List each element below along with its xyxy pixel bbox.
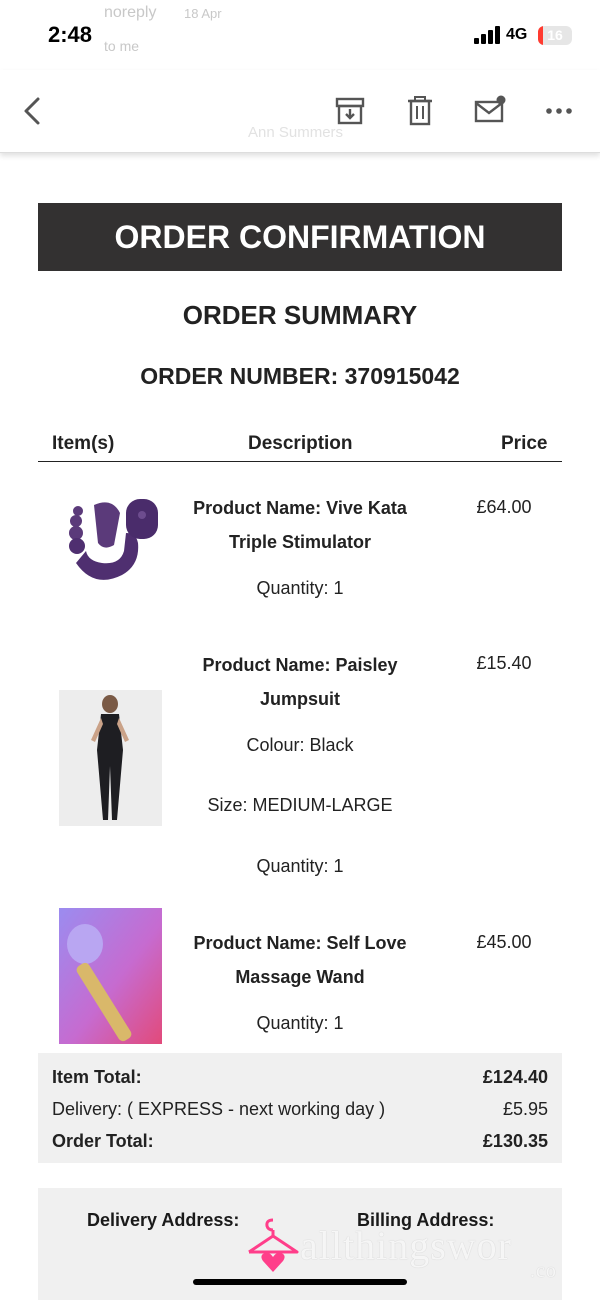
battery-level: 16	[547, 27, 563, 43]
order-total-label: Order Total:	[52, 1131, 154, 1151]
battery-icon: 16	[538, 26, 572, 45]
email-toolbar: Ann Summers	[0, 70, 600, 153]
product-image-vibrator[interactable]	[64, 493, 160, 585]
product-1-description: Product Name: Vive Kata Triple Stimulato…	[172, 491, 428, 605]
description-header: Description	[248, 433, 353, 454]
product-2-quantity: Quantity: 1	[256, 856, 344, 876]
product-1-name-line2: Triple Stimulator	[228, 532, 372, 552]
status-bar: noreply 18 Apr to me 2:48 4G 16	[0, 0, 600, 70]
network-type: 4G	[506, 26, 528, 43]
more-options-icon[interactable]	[542, 94, 576, 128]
product-2-name-line2: Jumpsuit	[259, 689, 340, 709]
watermark-text: allthingswor .co	[300, 1223, 557, 1282]
delivery-label: Delivery: ( EXPRESS - next working day )	[52, 1099, 386, 1119]
trash-icon[interactable]	[403, 94, 437, 128]
product-1-price: £64.00	[476, 497, 532, 517]
mark-unread-icon[interactable]	[473, 94, 507, 128]
product-2-name-line1: Product Name: Paisley	[202, 655, 398, 675]
order-summary-title: ORDER SUMMARY	[182, 300, 418, 330]
home-indicator[interactable]	[193, 1279, 407, 1285]
ghost-sender: noreply	[104, 4, 157, 21]
items-header: Item(s)	[52, 433, 115, 454]
ghost-to: to me	[104, 38, 140, 54]
clock: 2:48	[48, 22, 93, 47]
item-total-label: Item Total:	[52, 1067, 142, 1087]
totals-panel: Item Total: £124.40 Delivery: ( EXPRESS …	[38, 1053, 562, 1163]
ghost-brand: Ann Summers	[248, 124, 344, 141]
order-total-value: £130.35	[482, 1131, 548, 1151]
product-3-name-line1: Product Name: Self Love	[193, 933, 407, 953]
product-2-size: Size: MEDIUM-LARGE	[207, 795, 393, 815]
product-2-colour: Colour: Black	[246, 735, 354, 755]
product-3-description: Product Name: Self Love Massage Wand Qua…	[172, 926, 428, 1040]
delivery-value: £5.95	[502, 1099, 548, 1119]
hanger-heart-logo-icon	[248, 1218, 299, 1272]
product-1-quantity: Quantity: 1	[256, 578, 344, 598]
product-3-price: £45.00	[476, 932, 532, 952]
item-total-value: £124.40	[482, 1067, 548, 1087]
watermark-suffix: .co	[530, 1260, 557, 1282]
product-2-price: £15.40	[476, 653, 532, 673]
product-2-description: Product Name: Paisley Jumpsuit Colour: B…	[172, 648, 428, 883]
back-arrow-icon[interactable]	[16, 94, 50, 128]
product-image-jumpsuit[interactable]	[59, 690, 162, 826]
product-3-name-line2: Massage Wand	[235, 967, 365, 987]
header-divider	[38, 461, 562, 462]
order-number: ORDER NUMBER: 370915042	[140, 363, 460, 389]
product-1-name-line1: Product Name: Vive Kata	[193, 498, 407, 518]
ghost-date: 18 Apr	[184, 6, 222, 21]
product-3-quantity: Quantity: 1	[256, 1013, 344, 1033]
order-confirmation-banner: ORDER CONFIRMATION	[38, 203, 562, 271]
delivery-address-label: Delivery Address:	[87, 1210, 240, 1230]
signal-icon	[474, 26, 502, 44]
archive-icon[interactable]	[333, 94, 367, 128]
price-header: Price	[501, 433, 548, 454]
product-image-massage-wand[interactable]	[59, 908, 162, 1044]
